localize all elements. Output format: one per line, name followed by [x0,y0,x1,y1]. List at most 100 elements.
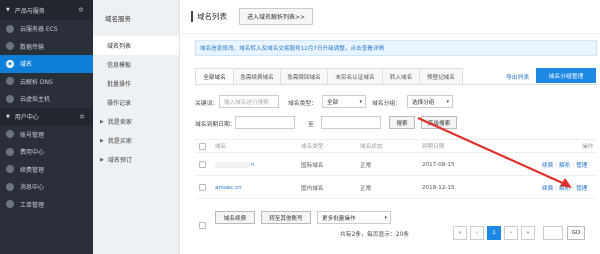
domain-name: n [251,161,255,168]
sidebar-item-domain[interactable]: ◉ 域名 [0,55,93,73]
page-current[interactable]: 1 [487,226,501,240]
page-next-button[interactable]: › [504,226,518,240]
group-select[interactable]: 选择分组 ▾ [407,95,453,108]
search-button[interactable]: 搜索 [389,116,415,129]
domain-link[interactable]: amsec.cn [215,177,242,198]
caret-right-icon: ▶ [100,137,104,144]
expire-date-label: 域名到期日期： [195,122,236,128]
page-last-button[interactable]: » [521,226,535,240]
tab-unverified[interactable]: 未实名认证域名 [328,68,383,85]
select-all-checkbox[interactable] [199,143,206,150]
transfer-account-button[interactable]: 转至其他账号 [261,211,311,224]
row-actions: 续费 | 解析 | 管理 [542,154,587,175]
sidebar-item-label: 费用中心 [20,149,45,157]
more-batch-select[interactable]: 更多批量操作 ▾ [317,211,391,224]
subnav-item-domain-list[interactable]: 域名列表 [93,36,179,55]
host-icon [6,94,14,103]
subnav-item-label: 我是卖家 [107,119,132,126]
subnav-item-seller[interactable]: ▶ 我是卖家 [93,112,179,131]
sidebar-item-label: 账号管理 [20,131,45,139]
tab-preregistered[interactable]: 预登记域名 [420,68,463,85]
renew-link[interactable]: 续费 [542,161,553,169]
tab-all-domains[interactable]: 全部域名 [195,68,234,85]
type-select-value: 全部 [327,99,339,106]
tab-transfer-in[interactable]: 转入域名 [383,68,420,85]
group-label: 域名分组： [372,101,401,107]
subnav-item-label: 域名预订 [107,157,132,164]
sidebar-item-ecs[interactable]: 云服务器 ECS [0,20,93,38]
sidebar-item-ticket[interactable]: 工单管理 [0,196,93,214]
subnav-item-templates[interactable]: 信息模板 [93,55,179,74]
chevron-down-icon: ▾ [359,98,362,105]
export-list-link[interactable]: 导出列表 [506,72,529,81]
notice-banner[interactable]: 域名信息修改、域名转入及域名交易服务12月7日升级调整，点击查看详情 [195,40,597,56]
page-title: 域名列表 [191,11,227,22]
col-actions: 操作 [582,144,594,150]
domain-subnav: 域名服务 域名列表 信息模板 批量操作 操作记录 ▶ 我是卖家 ▶ 我是买家 ▶ 域名… [93,0,180,254]
page-go-button[interactable]: GO [567,226,585,240]
main-sidebar: ▼ 产品与服务 ✲ 云服务器 ECS 数据传输 ◉ 域名 云解析 DNS 云虚拟… [0,0,93,254]
resolve-link[interactable]: 解析 [559,161,570,169]
group-select-value: 选择分组 [412,99,435,106]
sidebar-group-user[interactable]: ▼ 用户中心 ✲ [0,107,93,126]
row-checkbox[interactable] [199,161,206,168]
type-select[interactable]: 全部 ▾ [322,95,366,108]
expire-end-input[interactable] [321,116,381,129]
subnav-item-logs[interactable]: 操作记录 [93,93,179,112]
domain-type: 国际域名 [301,162,324,169]
dns-list-button[interactable]: 进入域名解析列表>> [239,8,314,25]
keyword-input[interactable]: 输入域名进行搜索 [219,95,279,108]
domain-status: 正常 [360,162,372,169]
type-label: 域名类型： [288,101,317,107]
domain-mask [215,161,250,168]
page-prev-button[interactable]: ‹ [470,226,484,240]
expire-start-input[interactable] [235,116,295,129]
separator: | [555,184,558,191]
ticket-icon [6,200,14,209]
sidebar-item-label: 工单管理 [20,201,45,209]
sidebar-item-label: 域名 [20,61,33,69]
sidebar-item-transfer[interactable]: 数据传输 [0,38,93,56]
subnav-item-buyer[interactable]: ▶ 我是买家 [93,131,179,150]
caret-right-icon: ▶ [100,118,104,125]
manage-link[interactable]: 管理 [576,184,587,192]
advanced-search-button[interactable]: 高级搜索 [421,116,457,129]
domain-link[interactable]: n [215,154,255,175]
sidebar-item-account[interactable]: 账号管理 [0,126,93,144]
sidebar-item-message[interactable]: 消息中心 [0,178,93,196]
sidebar-item-label: 消息中心 [20,184,45,192]
col-domain: 域名 [215,144,227,150]
col-type: 域名类型 [301,144,324,150]
caret-down-icon: ▼ [6,113,10,120]
dns-icon [6,77,14,86]
subnav-item-label: 我是买家 [107,138,132,145]
manage-link[interactable]: 管理 [576,161,587,169]
sidebar-item-renew[interactable]: 续费管理 [0,161,93,179]
sidebar-group-products[interactable]: ▼ 产品与服务 ✲ [0,0,93,20]
bottom-select-checkbox[interactable] [199,222,206,229]
col-status: 域名状态 [360,144,383,150]
subnav-item-preorder[interactable]: ▶ 域名预订 [93,150,179,169]
to-label: 至 [308,122,314,128]
group-manage-button[interactable]: 域名分组管理 [536,68,596,83]
renew-link[interactable]: 续费 [542,184,553,192]
separator: | [572,161,575,168]
gear-icon[interactable]: ✲ [78,6,84,14]
row-checkbox[interactable] [199,184,206,191]
table-header: 域名 域名类型 域名状态 到期日期 操作 [195,139,597,153]
page-number-input[interactable] [543,226,563,240]
page-first-button[interactable]: « [453,226,467,240]
subnav-item-batch[interactable]: 批量操作 [93,74,179,93]
tab-redeem-needed[interactable]: 急需赎回域名 [281,68,328,85]
sidebar-item-dns[interactable]: 云解析 DNS [0,73,93,91]
domain-tabs: 全部域名 急需续费域名 急需赎回域名 未实名认证域名 转入域名 预登记域名 [195,68,463,85]
sidebar-item-billing[interactable]: 费用中心 [0,143,93,161]
sidebar-item-host[interactable]: 云虚拟主机 [0,90,93,108]
gear-icon[interactable]: ✲ [79,113,85,121]
caret-down-icon: ▼ [6,7,10,13]
tab-renew-needed[interactable]: 急需续费域名 [234,68,281,85]
resolve-link[interactable]: 解析 [559,184,570,192]
batch-renew-button[interactable]: 域名续费 [215,211,255,224]
globe-icon: ◉ [6,59,14,68]
row-actions: 续费 | 解析 | 管理 [542,177,587,198]
